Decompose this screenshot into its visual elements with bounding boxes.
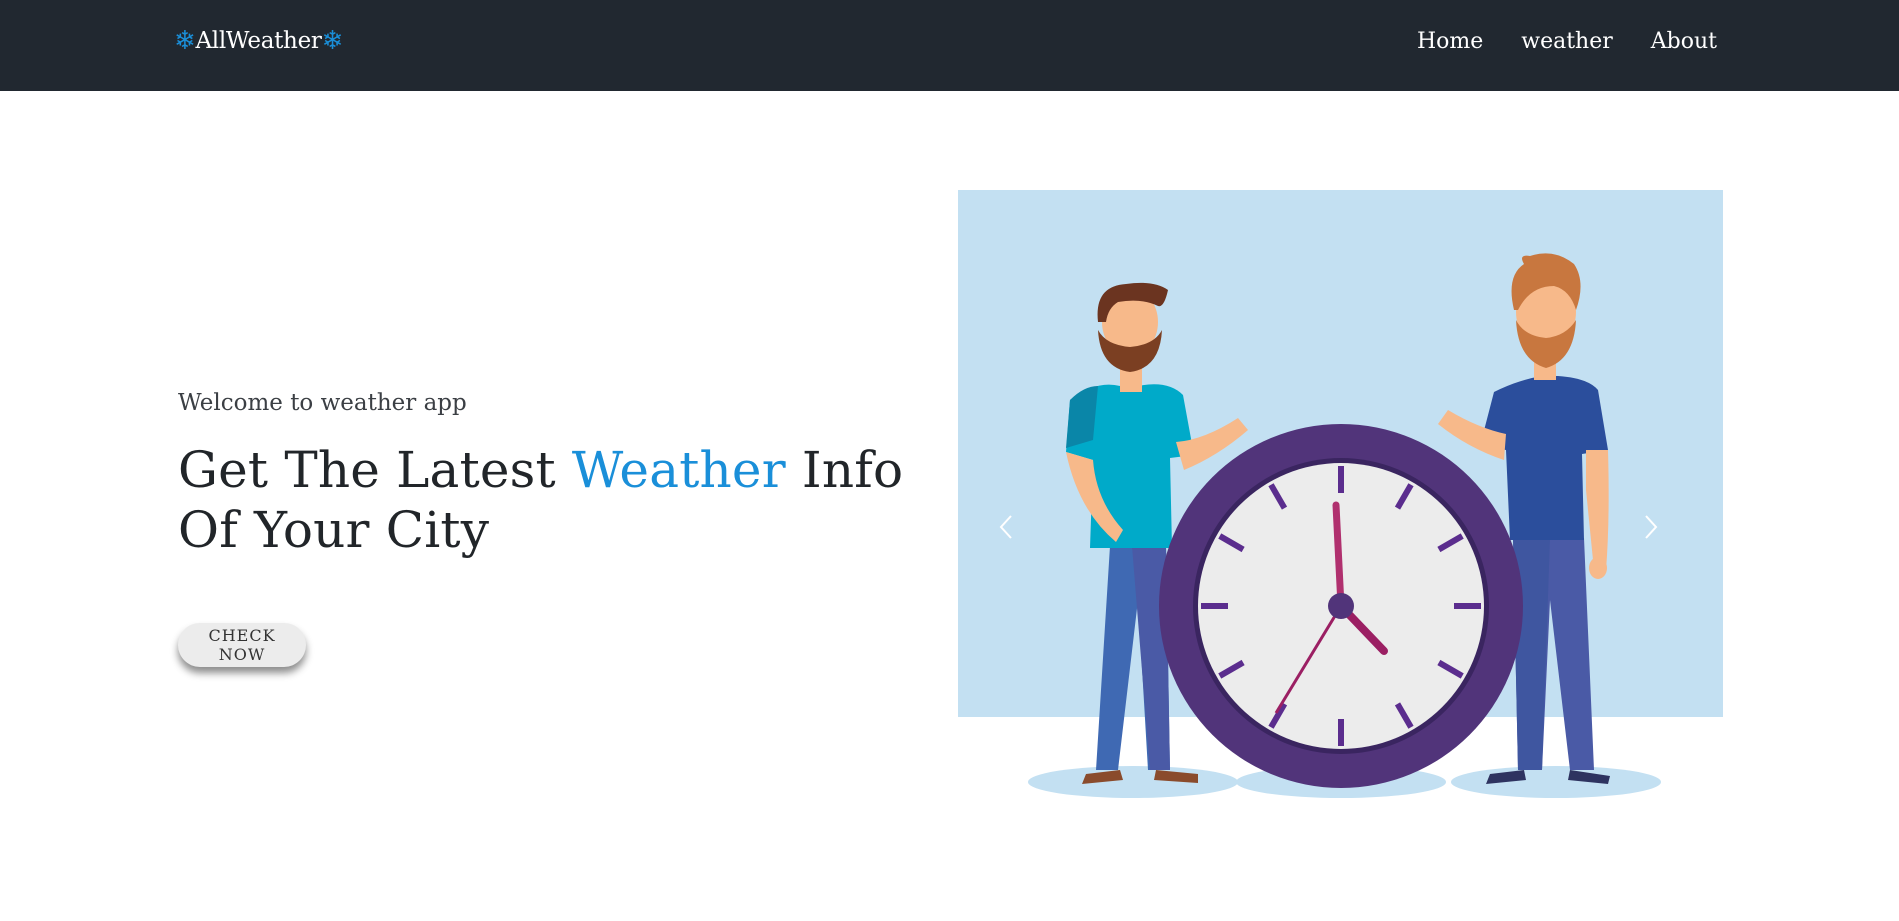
brand-text: AllWeather: [195, 28, 322, 54]
nav-link-home[interactable]: Home: [1417, 29, 1483, 54]
headline-accent: Weather: [571, 441, 786, 499]
carousel: [958, 190, 1723, 810]
carousel-prev-control[interactable]: [998, 514, 1038, 574]
snowflake-icon: ❄: [321, 26, 344, 56]
nav-links: Home weather About: [1417, 29, 1717, 54]
chevron-right-icon: [1645, 515, 1658, 539]
chevron-left-icon: [999, 515, 1012, 539]
nav-link-about[interactable]: About: [1651, 29, 1717, 54]
snowflake-icon: ❄: [174, 26, 196, 56]
headline: Get The Latest Weather Info Of Your City: [178, 440, 938, 560]
check-now-button[interactable]: CHECK NOW: [178, 623, 306, 667]
clock: [1159, 424, 1523, 788]
carousel-next-control[interactable]: [1643, 514, 1683, 574]
hero-text: Welcome to weather app Get The Latest We…: [178, 390, 938, 560]
navbar: ❄ AllWeather ❄ Home weather About: [0, 0, 1899, 91]
welcome-text: Welcome to weather app: [178, 390, 467, 416]
nav-link-weather[interactable]: weather: [1521, 29, 1613, 54]
brand[interactable]: ❄ AllWeather ❄: [174, 28, 343, 54]
headline-part: Get The Latest: [178, 441, 572, 499]
two-men-with-clock-illustration: [958, 190, 1723, 798]
